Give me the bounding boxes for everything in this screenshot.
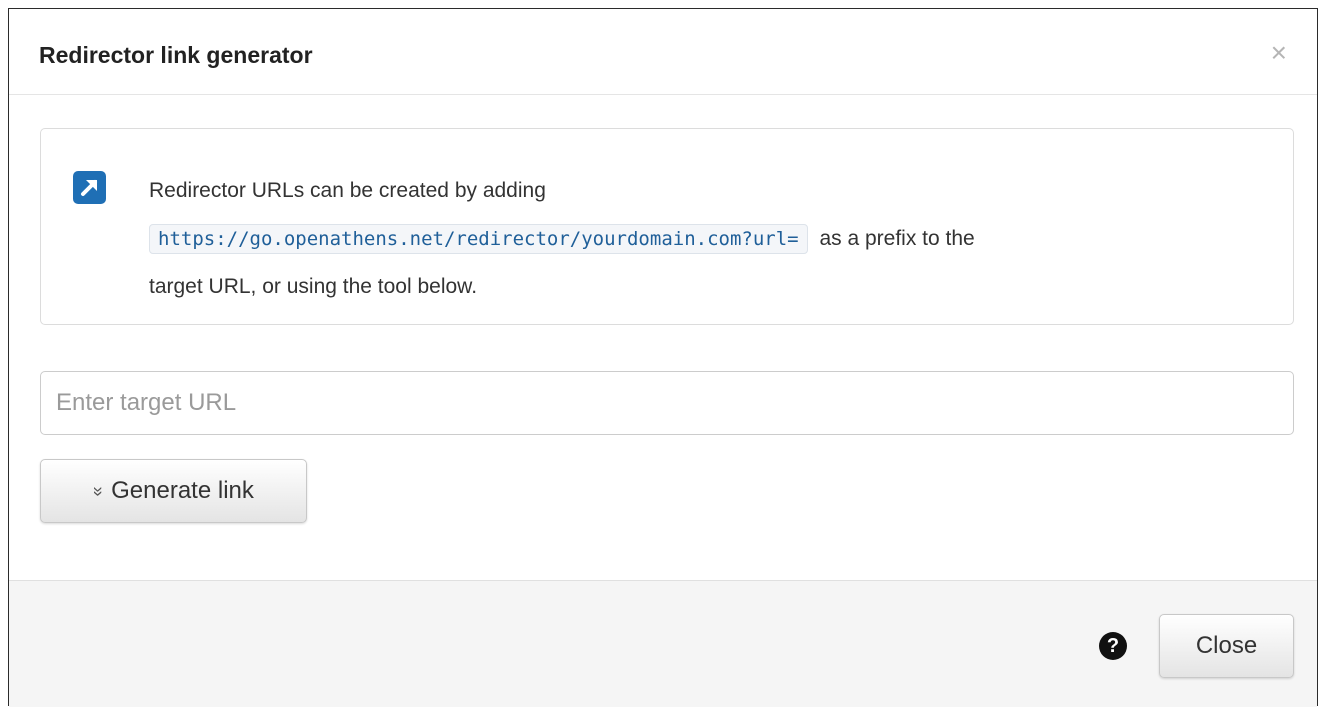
generate-link-label: Generate link <box>111 477 254 504</box>
redirector-dialog: Redirector link generator × Redirector U… <box>8 8 1318 707</box>
close-button[interactable]: Close <box>1159 614 1294 678</box>
double-chevron-down-icon: » <box>88 485 109 497</box>
question-circle-icon[interactable]: ? <box>1099 632 1127 660</box>
target-url-input[interactable] <box>40 371 1294 435</box>
dialog-footer: ? Close <box>9 580 1317 707</box>
external-link-icon <box>73 171 106 204</box>
close-x-icon[interactable]: × <box>1271 39 1287 67</box>
info-text-after-code: as a prefix to the <box>819 227 975 250</box>
info-line-2: https://go.openathens.net/redirector/you… <box>149 215 1269 263</box>
redirector-prefix-code: https://go.openathens.net/redirector/you… <box>149 224 808 254</box>
dialog-header: Redirector link generator × <box>9 9 1317 95</box>
info-panel: Redirector URLs can be created by adding… <box>40 128 1294 325</box>
generate-link-button[interactable]: » Generate link <box>40 459 307 523</box>
info-line-1: Redirector URLs can be created by adding <box>149 179 546 202</box>
info-line-3: target URL, or using the tool below. <box>149 275 478 298</box>
dialog-title: Redirector link generator <box>39 42 313 68</box>
info-text: Redirector URLs can be created by adding… <box>149 167 1269 311</box>
